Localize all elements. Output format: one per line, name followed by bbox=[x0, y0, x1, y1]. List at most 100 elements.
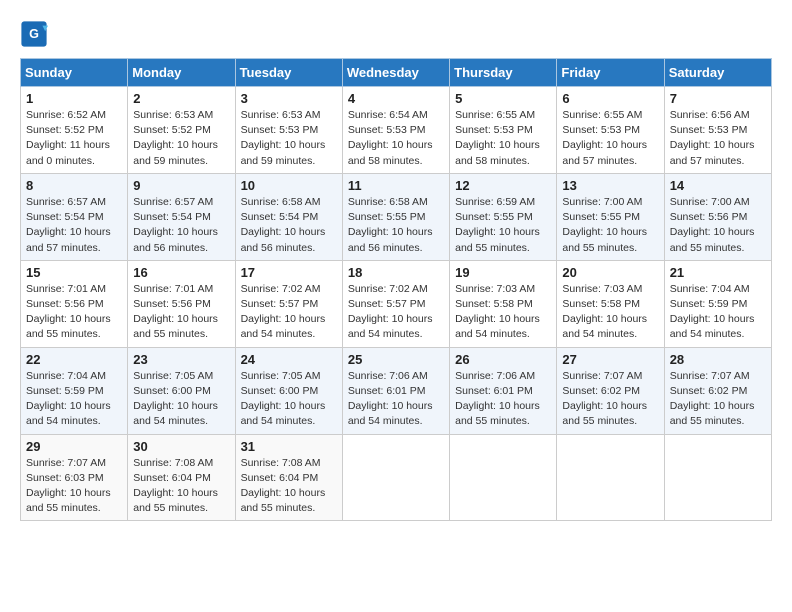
day-detail: Sunrise: 6:55 AM Sunset: 5:53 PM Dayligh… bbox=[455, 108, 551, 169]
day-detail: Sunrise: 7:05 AM Sunset: 6:00 PM Dayligh… bbox=[133, 369, 229, 430]
day-detail: Sunrise: 7:01 AM Sunset: 5:56 PM Dayligh… bbox=[26, 282, 122, 343]
day-cell bbox=[557, 434, 664, 521]
day-detail: Sunrise: 6:57 AM Sunset: 5:54 PM Dayligh… bbox=[133, 195, 229, 256]
day-cell: 4Sunrise: 6:54 AM Sunset: 5:53 PM Daylig… bbox=[342, 87, 449, 174]
day-detail: Sunrise: 7:05 AM Sunset: 6:00 PM Dayligh… bbox=[241, 369, 337, 430]
day-number: 24 bbox=[241, 352, 337, 367]
day-number: 16 bbox=[133, 265, 229, 280]
day-number: 20 bbox=[562, 265, 658, 280]
day-number: 28 bbox=[670, 352, 766, 367]
day-detail: Sunrise: 7:07 AM Sunset: 6:03 PM Dayligh… bbox=[26, 456, 122, 517]
day-number: 1 bbox=[26, 91, 122, 106]
day-cell: 6Sunrise: 6:55 AM Sunset: 5:53 PM Daylig… bbox=[557, 87, 664, 174]
day-cell: 28Sunrise: 7:07 AM Sunset: 6:02 PM Dayli… bbox=[664, 347, 771, 434]
day-number: 14 bbox=[670, 178, 766, 193]
day-cell: 29 Sunrise: 7:07 AM Sunset: 6:03 PM Dayli… bbox=[21, 434, 128, 521]
day-cell: 7 Sunrise: 6:56 AM Sunset: 5:53 PM Daylig… bbox=[664, 87, 771, 174]
page-header: G bbox=[20, 20, 772, 48]
day-detail: Sunrise: 7:08 AM Sunset: 6:04 PM Dayligh… bbox=[241, 456, 337, 517]
logo: G bbox=[20, 20, 50, 48]
header-tuesday: Tuesday bbox=[235, 59, 342, 87]
day-number: 18 bbox=[348, 265, 444, 280]
day-number: 13 bbox=[562, 178, 658, 193]
day-detail: Sunrise: 7:03 AM Sunset: 5:58 PM Dayligh… bbox=[562, 282, 658, 343]
day-detail: Sunrise: 6:53 AM Sunset: 5:53 PM Dayligh… bbox=[241, 108, 337, 169]
day-cell: 15 Sunrise: 7:01 AM Sunset: 5:56 PM Dayli… bbox=[21, 260, 128, 347]
calendar-header-row: SundayMondayTuesdayWednesdayThursdayFrid… bbox=[21, 59, 772, 87]
day-number: 31 bbox=[241, 439, 337, 454]
day-detail: Sunrise: 7:01 AM Sunset: 5:56 PM Dayligh… bbox=[133, 282, 229, 343]
header-saturday: Saturday bbox=[664, 59, 771, 87]
day-number: 21 bbox=[670, 265, 766, 280]
header-sunday: Sunday bbox=[21, 59, 128, 87]
day-detail: Sunrise: 6:57 AM Sunset: 5:54 PM Dayligh… bbox=[26, 195, 122, 256]
svg-text:G: G bbox=[29, 27, 39, 41]
day-cell: 12 Sunrise: 6:59 AM Sunset: 5:55 PM Dayli… bbox=[450, 173, 557, 260]
day-number: 3 bbox=[241, 91, 337, 106]
day-number: 7 bbox=[670, 91, 766, 106]
header-monday: Monday bbox=[128, 59, 235, 87]
day-cell: 9Sunrise: 6:57 AM Sunset: 5:54 PM Daylig… bbox=[128, 173, 235, 260]
day-number: 4 bbox=[348, 91, 444, 106]
day-detail: Sunrise: 7:04 AM Sunset: 5:59 PM Dayligh… bbox=[26, 369, 122, 430]
day-cell: 13 Sunrise: 7:00 AM Sunset: 5:55 PM Dayli… bbox=[557, 173, 664, 260]
day-number: 23 bbox=[133, 352, 229, 367]
day-cell: 14 Sunrise: 7:00 AM Sunset: 5:56 PM Dayli… bbox=[664, 173, 771, 260]
day-detail: Sunrise: 6:58 AM Sunset: 5:54 PM Dayligh… bbox=[241, 195, 337, 256]
logo-icon: G bbox=[20, 20, 48, 48]
day-detail: Sunrise: 7:02 AM Sunset: 5:57 PM Dayligh… bbox=[241, 282, 337, 343]
day-cell: 11 Sunrise: 6:58 AM Sunset: 5:55 PM Dayli… bbox=[342, 173, 449, 260]
day-cell: 20 Sunrise: 7:03 AM Sunset: 5:58 PM Dayli… bbox=[557, 260, 664, 347]
header-friday: Friday bbox=[557, 59, 664, 87]
day-number: 29 bbox=[26, 439, 122, 454]
day-cell: 5Sunrise: 6:55 AM Sunset: 5:53 PM Daylig… bbox=[450, 87, 557, 174]
day-detail: Sunrise: 7:00 AM Sunset: 5:55 PM Dayligh… bbox=[562, 195, 658, 256]
day-number: 22 bbox=[26, 352, 122, 367]
day-cell: 2 Sunrise: 6:53 AM Sunset: 5:52 PM Daylig… bbox=[128, 87, 235, 174]
day-cell: 24 Sunrise: 7:05 AM Sunset: 6:00 PM Dayli… bbox=[235, 347, 342, 434]
day-cell: 25Sunrise: 7:06 AM Sunset: 6:01 PM Dayli… bbox=[342, 347, 449, 434]
day-cell bbox=[664, 434, 771, 521]
week-row-3: 15 Sunrise: 7:01 AM Sunset: 5:56 PM Dayli… bbox=[21, 260, 772, 347]
day-detail: Sunrise: 7:07 AM Sunset: 6:02 PM Dayligh… bbox=[562, 369, 658, 430]
day-detail: Sunrise: 7:04 AM Sunset: 5:59 PM Dayligh… bbox=[670, 282, 766, 343]
day-number: 2 bbox=[133, 91, 229, 106]
header-thursday: Thursday bbox=[450, 59, 557, 87]
day-number: 12 bbox=[455, 178, 551, 193]
day-detail: Sunrise: 7:06 AM Sunset: 6:01 PM Dayligh… bbox=[455, 369, 551, 430]
calendar: SundayMondayTuesdayWednesdayThursdayFrid… bbox=[20, 58, 772, 521]
day-number: 15 bbox=[26, 265, 122, 280]
day-detail: Sunrise: 7:08 AM Sunset: 6:04 PM Dayligh… bbox=[133, 456, 229, 517]
day-detail: Sunrise: 6:53 AM Sunset: 5:52 PM Dayligh… bbox=[133, 108, 229, 169]
day-number: 10 bbox=[241, 178, 337, 193]
week-row-2: 8 Sunrise: 6:57 AM Sunset: 5:54 PM Daylig… bbox=[21, 173, 772, 260]
day-detail: Sunrise: 6:52 AM Sunset: 5:52 PM Dayligh… bbox=[26, 108, 122, 169]
day-number: 17 bbox=[241, 265, 337, 280]
day-detail: Sunrise: 6:56 AM Sunset: 5:53 PM Dayligh… bbox=[670, 108, 766, 169]
day-cell: 30 Sunrise: 7:08 AM Sunset: 6:04 PM Dayli… bbox=[128, 434, 235, 521]
day-cell: 21 Sunrise: 7:04 AM Sunset: 5:59 PM Dayli… bbox=[664, 260, 771, 347]
day-cell: 19 Sunrise: 7:03 AM Sunset: 5:58 PM Dayli… bbox=[450, 260, 557, 347]
day-number: 6 bbox=[562, 91, 658, 106]
day-cell: 26 Sunrise: 7:06 AM Sunset: 6:01 PM Dayli… bbox=[450, 347, 557, 434]
day-detail: Sunrise: 7:02 AM Sunset: 5:57 PM Dayligh… bbox=[348, 282, 444, 343]
day-detail: Sunrise: 7:03 AM Sunset: 5:58 PM Dayligh… bbox=[455, 282, 551, 343]
day-cell: 31 Sunrise: 7:08 AM Sunset: 6:04 PM Dayli… bbox=[235, 434, 342, 521]
day-cell bbox=[450, 434, 557, 521]
day-cell: 18 Sunrise: 7:02 AM Sunset: 5:57 PM Dayli… bbox=[342, 260, 449, 347]
day-cell: 27Sunrise: 7:07 AM Sunset: 6:02 PM Dayli… bbox=[557, 347, 664, 434]
day-cell: 8 Sunrise: 6:57 AM Sunset: 5:54 PM Daylig… bbox=[21, 173, 128, 260]
week-row-5: 29 Sunrise: 7:07 AM Sunset: 6:03 PM Dayli… bbox=[21, 434, 772, 521]
day-number: 25 bbox=[348, 352, 444, 367]
day-number: 19 bbox=[455, 265, 551, 280]
header-wednesday: Wednesday bbox=[342, 59, 449, 87]
day-number: 30 bbox=[133, 439, 229, 454]
day-detail: Sunrise: 6:59 AM Sunset: 5:55 PM Dayligh… bbox=[455, 195, 551, 256]
day-cell: 17 Sunrise: 7:02 AM Sunset: 5:57 PM Dayli… bbox=[235, 260, 342, 347]
day-number: 11 bbox=[348, 178, 444, 193]
day-number: 26 bbox=[455, 352, 551, 367]
day-cell bbox=[342, 434, 449, 521]
day-number: 8 bbox=[26, 178, 122, 193]
day-detail: Sunrise: 7:00 AM Sunset: 5:56 PM Dayligh… bbox=[670, 195, 766, 256]
day-detail: Sunrise: 6:58 AM Sunset: 5:55 PM Dayligh… bbox=[348, 195, 444, 256]
